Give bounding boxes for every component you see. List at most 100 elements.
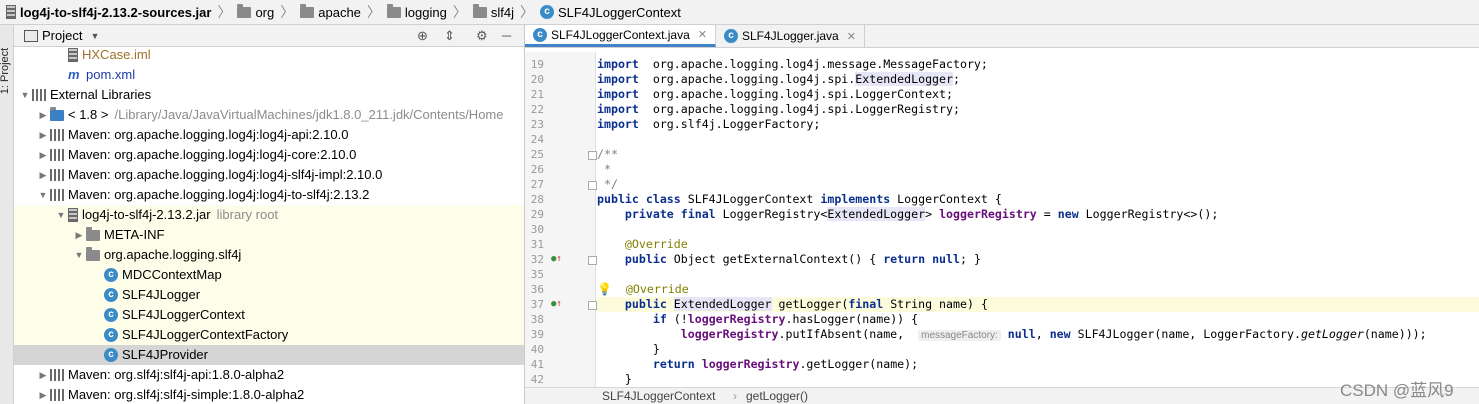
tree-row[interactable]: ▼ org.apache.logging.slf4j bbox=[14, 245, 524, 265]
code-token: org.apache.logging.log4j.spi.LoggerRegis… bbox=[638, 102, 960, 116]
tree-item-label: META-INF bbox=[104, 227, 165, 242]
line-number: 31 bbox=[530, 238, 544, 251]
code-line[interactable]: import org.apache.logging.log4j.message.… bbox=[597, 57, 1479, 72]
code-token: Object getExternalContext() { bbox=[666, 252, 884, 266]
library-icon bbox=[50, 369, 64, 381]
code-line[interactable]: loggerRegistry.putIfAbsent(name, message… bbox=[597, 327, 1479, 342]
code-line[interactable]: @Override bbox=[597, 237, 1479, 252]
code-line[interactable]: * bbox=[597, 162, 1479, 177]
chevron-down-icon[interactable]: ▼ bbox=[90, 31, 99, 41]
breadcrumb-item[interactable]: org 〉 bbox=[231, 2, 294, 22]
line-number: 36 bbox=[530, 283, 544, 296]
code-area[interactable]: import org.apache.logging.log4j.message.… bbox=[597, 52, 1479, 387]
hide-icon[interactable]: ─ bbox=[502, 28, 511, 43]
code-line[interactable] bbox=[597, 267, 1479, 282]
code-line[interactable]: return loggerRegistry.getLogger(name); bbox=[597, 357, 1479, 372]
tree-row[interactable]: c SLF4JLoggerContextFactory bbox=[14, 325, 524, 345]
code-line[interactable]: } bbox=[597, 342, 1479, 357]
tree-row[interactable]: ▼ log4j-to-slf4j-2.13.2.jar library root bbox=[14, 205, 524, 225]
code-token: import bbox=[597, 117, 639, 131]
code-line[interactable]: 💡 @Override bbox=[597, 282, 1479, 297]
tree-item-label: Maven: org.apache.logging.log4j:log4j-sl… bbox=[68, 167, 383, 182]
lightbulb-icon[interactable]: 💡 bbox=[597, 282, 612, 296]
tree-row[interactable]: c SLF4JLoggerContext bbox=[14, 305, 524, 325]
code-line[interactable]: public Object getExternalContext() { ret… bbox=[597, 252, 1479, 267]
breadcrumb-item[interactable]: slf4j 〉 bbox=[467, 2, 534, 22]
code-line[interactable]: import org.apache.logging.log4j.spi.Logg… bbox=[597, 102, 1479, 117]
locate-icon[interactable]: ⊕ bbox=[417, 28, 428, 44]
code-line[interactable]: import org.slf4j.LoggerFactory; bbox=[597, 117, 1479, 132]
tree-row[interactable]: ▼ External Libraries bbox=[14, 85, 524, 105]
code-line[interactable]: public ExtendedLogger getLogger(final St… bbox=[597, 297, 1479, 312]
breadcrumb-item[interactable]: c SLF4JLoggerContext bbox=[534, 5, 681, 20]
breadcrumb-class[interactable]: SLF4JLoggerContext bbox=[602, 388, 715, 404]
gear-icon[interactable]: ⚙ bbox=[476, 28, 488, 44]
line-number: 26 bbox=[530, 163, 544, 176]
project-panel: Project ▼ ⊕ ⇕ ⚙ ─ HXCase.iml m pom.xml ▼ Ext… bbox=[14, 25, 525, 404]
breadcrumb-item[interactable]: apache 〉 bbox=[294, 2, 381, 22]
collapsed-arrow-icon[interactable]: ▶ bbox=[36, 145, 50, 165]
folder-icon bbox=[237, 3, 252, 18]
tree-row[interactable]: ▼ Maven: org.apache.logging.log4j:log4j-t… bbox=[14, 185, 524, 205]
tree-row[interactable]: ▶ Maven: org.apache.logging.log4j:log4j-a… bbox=[14, 125, 524, 145]
expanded-arrow-icon[interactable]: ▼ bbox=[18, 85, 32, 105]
tree-row[interactable]: ▶ Maven: org.slf4j:slf4j-simple:1.8.0-alp… bbox=[14, 385, 524, 404]
code-line[interactable] bbox=[597, 222, 1479, 237]
code-line[interactable]: /** bbox=[597, 147, 1479, 162]
code-token: /** bbox=[597, 147, 618, 161]
collapsed-arrow-icon[interactable]: ▶ bbox=[36, 165, 50, 185]
tree-row[interactable]: ▶ < 1.8 > /Library/Java/JavaVirtualMachine… bbox=[14, 105, 524, 125]
jar-icon bbox=[68, 208, 78, 222]
code-line[interactable]: import org.apache.logging.log4j.spi.Logg… bbox=[597, 87, 1479, 102]
tree-row[interactable]: ▶ Maven: org.slf4j:slf4j-api:1.8.0-alpha2 bbox=[14, 365, 524, 385]
override-marker-icon[interactable]: ●↑ bbox=[551, 252, 562, 267]
gutter-line: 39 bbox=[525, 327, 595, 342]
fold-icon[interactable] bbox=[588, 151, 597, 160]
code-line[interactable] bbox=[597, 132, 1479, 147]
project-tool-button[interactable]: 1: Project bbox=[0, 48, 11, 94]
line-number: 37 bbox=[530, 298, 544, 311]
code-line[interactable]: import org.apache.logging.log4j.spi.Exte… bbox=[597, 72, 1479, 87]
collapsed-arrow-icon[interactable]: ▶ bbox=[36, 105, 50, 125]
fold-icon[interactable] bbox=[588, 256, 597, 265]
tree-row[interactable]: ▶ META-INF bbox=[14, 225, 524, 245]
breadcrumb-label: SLF4JLoggerContext bbox=[557, 4, 681, 20]
fold-icon[interactable] bbox=[588, 301, 597, 310]
code-line[interactable]: */ bbox=[597, 177, 1479, 192]
breadcrumb-item[interactable]: log4j-to-slf4j-2.13.2-sources.jar 〉 bbox=[0, 2, 231, 22]
tree-row[interactable]: ▶ Maven: org.apache.logging.log4j:log4j-c… bbox=[14, 145, 524, 165]
code-line[interactable]: private final LoggerRegistry<ExtendedLog… bbox=[597, 207, 1479, 222]
tree-row[interactable]: m pom.xml bbox=[14, 65, 524, 85]
tab-slf4jloggercontext[interactable]: c SLF4JLoggerContext.java ✕ bbox=[525, 25, 716, 47]
code-line[interactable]: public class SLF4JLoggerContext implemen… bbox=[597, 192, 1479, 207]
collapse-icon[interactable]: ⇕ bbox=[444, 28, 455, 44]
collapsed-arrow-icon[interactable]: ▶ bbox=[72, 225, 86, 245]
tree-row[interactable]: HXCase.iml bbox=[14, 45, 524, 65]
breadcrumb-item[interactable]: logging 〉 bbox=[381, 2, 467, 22]
project-panel-header: Project ▼ ⊕ ⇕ ⚙ ─ bbox=[14, 25, 524, 47]
tree-item-label: < 1.8 > bbox=[68, 107, 109, 122]
tree-row[interactable]: c SLF4JProvider bbox=[14, 345, 524, 365]
tree-row[interactable]: ▶ Maven: org.apache.logging.log4j:log4j-s… bbox=[14, 165, 524, 185]
fold-icon[interactable] bbox=[588, 181, 597, 190]
tree-row[interactable]: c SLF4JLogger bbox=[14, 285, 524, 305]
close-icon[interactable]: ✕ bbox=[847, 30, 856, 43]
tab-slf4jlogger[interactable]: c SLF4JLogger.java ✕ bbox=[716, 25, 865, 47]
class-icon: c bbox=[533, 27, 547, 42]
project-view-selector[interactable]: Project bbox=[42, 28, 82, 43]
expanded-arrow-icon[interactable]: ▼ bbox=[54, 205, 68, 225]
code-line[interactable]: if (!loggerRegistry.hasLogger(name)) { bbox=[597, 312, 1479, 327]
collapsed-arrow-icon[interactable]: ▶ bbox=[36, 385, 50, 404]
tree-row[interactable]: c MDCContextMap bbox=[14, 265, 524, 285]
code-token: org.apache.logging.log4j.spi. bbox=[638, 72, 856, 86]
class-icon: c bbox=[723, 29, 738, 43]
expanded-arrow-icon[interactable]: ▼ bbox=[72, 245, 86, 265]
override-marker-icon[interactable]: ●↑ bbox=[551, 297, 562, 312]
collapsed-arrow-icon[interactable]: ▶ bbox=[36, 365, 50, 385]
package-icon bbox=[86, 246, 100, 261]
tree-item-label: SLF4JProvider bbox=[122, 347, 208, 362]
breadcrumb-method[interactable]: getLogger() bbox=[746, 388, 808, 404]
expanded-arrow-icon[interactable]: ▼ bbox=[36, 185, 50, 205]
close-icon[interactable]: ✕ bbox=[698, 28, 707, 41]
collapsed-arrow-icon[interactable]: ▶ bbox=[36, 125, 50, 145]
